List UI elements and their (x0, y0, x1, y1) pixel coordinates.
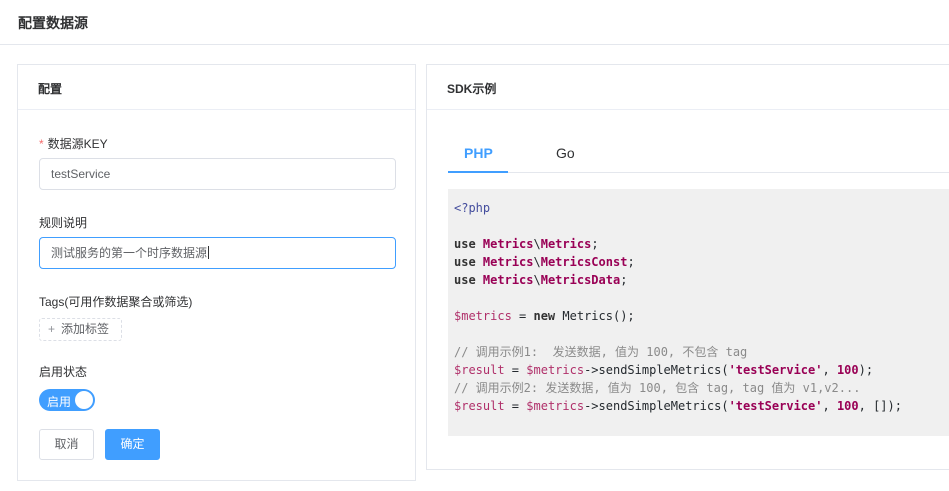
status-label: 启用状态 (39, 365, 88, 379)
code-namespace: Metrics (482, 273, 534, 287)
switch-knob (75, 391, 93, 409)
tab-php[interactable]: PHP (464, 145, 493, 161)
code-number: 100 (836, 399, 859, 413)
code-comment: // 调用示例1: 发送数据, 值为 100, 不包含 tag (454, 345, 748, 359)
datasource-key-value: testService (51, 167, 111, 181)
tab-go[interactable]: Go (556, 145, 575, 161)
config-card-title: 配置 (18, 65, 415, 110)
tags-label: Tags(可用作数据聚合或筛选) (39, 295, 193, 309)
datasource-key-input[interactable]: testService (39, 158, 396, 190)
enable-switch[interactable]: 启用 (39, 389, 95, 411)
code-namespace: Metrics (482, 237, 534, 251)
config-card: 配置 * 数据源KEY testService 规则说明 测试服务的第一个时序数据… (17, 64, 416, 481)
code-string: 'testService' (728, 399, 823, 413)
code-block: <?php use Metrics\Metrics; use Metrics\M… (448, 189, 949, 436)
code-keyword: use (454, 273, 476, 287)
sdk-card-title: SDK示例 (427, 65, 949, 110)
code-keyword: use (454, 237, 476, 251)
code-string: 'testService' (728, 363, 823, 377)
text-caret (208, 246, 210, 259)
add-tag-label: 添加标签 (61, 322, 110, 336)
code-class: MetricsConst (540, 255, 628, 269)
code-keyword: new (533, 309, 556, 323)
rule-description-value: 测试服务的第一个时序数据源 (51, 246, 208, 260)
code-var: $metrics (454, 309, 512, 323)
code-call: sendSimpleMetrics( (598, 363, 729, 377)
add-tag-button[interactable]: + 添加标签 (39, 318, 122, 341)
rule-description-input[interactable]: 测试服务的第一个时序数据源 (39, 237, 396, 269)
code-separator: \ (533, 273, 541, 287)
key-label: * 数据源KEY (39, 135, 108, 152)
code-var: $metrics (526, 399, 585, 413)
desc-label: 规则说明 (39, 216, 88, 230)
language-tabs: PHP Go (448, 135, 949, 173)
code-call: sendSimpleMetrics( (598, 399, 729, 413)
code-class: Metrics (540, 237, 592, 251)
cancel-button[interactable]: 取消 (39, 429, 94, 460)
code-var: $result (454, 363, 505, 377)
plus-icon: + (48, 322, 56, 336)
code-class: MetricsData (540, 273, 621, 287)
required-mark: * (39, 137, 44, 151)
code-namespace: Metrics (482, 255, 534, 269)
code-separator: \ (533, 237, 541, 251)
confirm-button[interactable]: 确定 (105, 429, 160, 460)
code-var: $result (454, 399, 505, 413)
switch-text: 启用 (47, 395, 72, 409)
code-number: 100 (836, 363, 859, 377)
code-ctor: Metrics(); (562, 309, 635, 323)
page-header: 配置数据源 (0, 0, 949, 45)
active-tab-indicator (448, 171, 508, 173)
sdk-card: SDK示例 PHP Go <?php use Metrics\Metrics; … (426, 64, 949, 470)
code-keyword: use (454, 255, 476, 269)
code-array: [] (873, 399, 888, 413)
code-var: $metrics (526, 363, 585, 377)
key-label-text: 数据源KEY (47, 137, 108, 151)
code-separator: \ (533, 255, 541, 269)
code-comment: // 调用示例2: 发送数据, 值为 100, 包含 tag, tag 值为 v… (454, 381, 861, 395)
code-open-tag: <?php (454, 201, 491, 215)
page-title: 配置数据源 (18, 15, 88, 31)
